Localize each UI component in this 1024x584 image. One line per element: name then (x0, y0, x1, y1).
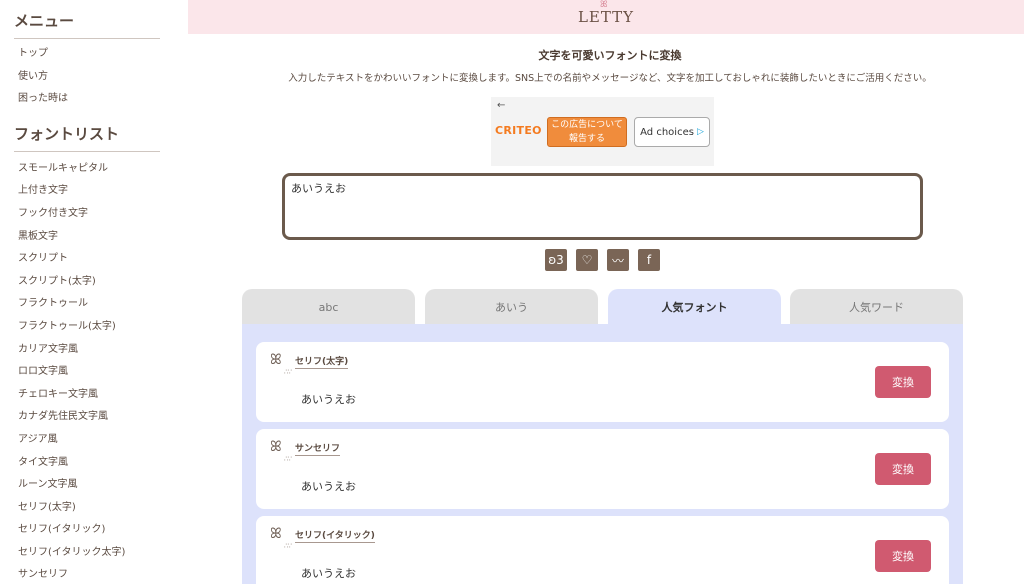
butterfly-icon: ꕤ (599, 0, 609, 10)
font-list-item[interactable]: サンセリフ (18, 564, 160, 584)
ad-report-button[interactable]: この広告について報告する (547, 117, 627, 147)
convert-button[interactable]: 変換 (875, 453, 931, 485)
logo-text: LETTY (577, 8, 635, 26)
butterfly-icon: ꕤ ∴∵ (270, 439, 292, 463)
font-list-item[interactable]: タイ文字風 (18, 452, 160, 475)
convert-button[interactable]: 変換 (875, 366, 931, 398)
heart-icon[interactable]: ♡ (576, 249, 598, 271)
font-list-item[interactable]: チェロキー文字風 (18, 384, 160, 407)
tab-abc[interactable]: abc (242, 289, 415, 325)
page-description: 入力したテキストをかわいいフォントに変換します。SNS上での名前やメッセージなど… (288, 73, 932, 84)
ad-choices-label: Ad choices (640, 126, 694, 138)
butterfly-icon: ꕤ ∴∵ (270, 526, 292, 550)
ad-choices-button[interactable]: Ad choices ▷ (634, 117, 710, 147)
font-name: セリフ(太字) (295, 354, 349, 369)
font-card: ꕤ ∴∵ セリフ(イタリック) あいうえお 変換 (256, 516, 949, 584)
ad-choices-icon: ▷ (696, 127, 704, 137)
menu-item-top[interactable]: トップ (18, 43, 160, 66)
menu-item-usage[interactable]: 使い方 (18, 66, 160, 89)
menu-list: トップ 使い方 困った時は (14, 43, 160, 111)
font-sample[interactable]: あいうえお (301, 391, 356, 407)
tab-hiragana[interactable]: あいう (425, 289, 598, 325)
font-name: サンセリフ (295, 441, 341, 456)
font-list: スモールキャピタル 上付き文字 フック付き文字 黒板文字 スクリプト スクリプト(太字) フ… (14, 158, 160, 584)
font-list-item[interactable]: 上付き文字 (18, 180, 160, 203)
menu-heading: メニュー (14, 0, 160, 39)
font-list-item[interactable]: ルーン文字風 (18, 474, 160, 497)
font-list-item[interactable]: カリア文字風 (18, 339, 160, 362)
font-list-item[interactable]: フラクトゥール(太字) (18, 316, 160, 339)
font-list-item[interactable]: セリフ(イタリック) (18, 519, 160, 542)
font-list-item[interactable]: スモールキャピタル (18, 158, 160, 181)
font-list-item[interactable]: カナダ先住民文字風 (18, 406, 160, 429)
font-card: ꕤ ∴∵ セリフ(太字) あいうえお 変換 (256, 342, 949, 422)
ad-banner[interactable]: ← CRITEO この広告について報告する Ad choices ▷ (491, 97, 714, 166)
butterfly-icon: ꕤ ∴∵ (270, 352, 292, 376)
font-name: セリフ(イタリック) (295, 528, 375, 543)
header-bar: ꕤ LETTY (188, 0, 1024, 34)
font-card: ꕤ ∴∵ サンセリフ あいうえお 変換 (256, 429, 949, 509)
font-list-item[interactable]: アジア風 (18, 429, 160, 452)
font-list-item[interactable]: フック付き文字 (18, 203, 160, 226)
wave-icon[interactable]: 〰 (607, 249, 629, 271)
font-list-item[interactable]: スクリプト(太字) (18, 271, 160, 294)
convert-button[interactable]: 変換 (875, 540, 931, 572)
tab-popular-fonts[interactable]: 人気フォント (608, 289, 781, 325)
font-list-item[interactable]: セリフ(太字) (18, 497, 160, 520)
font-sample[interactable]: あいうえお (301, 565, 356, 581)
sidebar: メニュー トップ 使い方 困った時は フォントリスト スモールキャピタル 上付き文… (0, 0, 170, 584)
ad-report-label: この広告について報告する (551, 120, 623, 144)
site-logo[interactable]: ꕤ LETTY (577, 0, 635, 26)
menu-item-help[interactable]: 困った時は (18, 88, 160, 111)
tab-popular-words[interactable]: 人気ワード (790, 289, 963, 325)
ribbon-icon[interactable]: ʚ3 (545, 249, 567, 271)
font-list-heading: フォントリスト (14, 113, 160, 152)
font-list-item[interactable]: 黒板文字 (18, 226, 160, 249)
font-list-item[interactable]: スクリプト (18, 248, 160, 271)
font-list-item[interactable]: フラクトゥール (18, 293, 160, 316)
font-list-item[interactable]: ロロ文字風 (18, 361, 160, 384)
ad-brand-logo[interactable]: CRITEO (495, 124, 542, 137)
text-input[interactable]: あいうえお (282, 173, 923, 240)
back-arrow-icon[interactable]: ← (497, 100, 505, 111)
f-icon[interactable]: f (638, 249, 660, 271)
font-list-item[interactable]: セリフ(イタリック太字) (18, 542, 160, 565)
page-title: 文字を可愛いフォントに変換 (538, 49, 682, 62)
font-sample[interactable]: あいうえお (301, 478, 356, 494)
